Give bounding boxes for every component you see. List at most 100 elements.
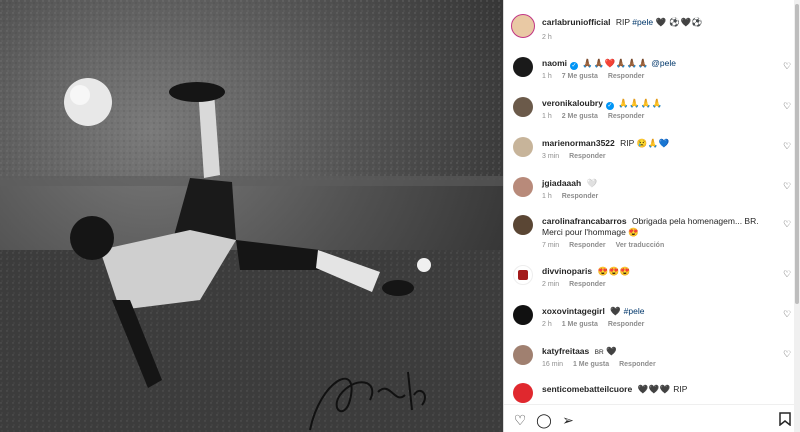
- comment-body: BR: [594, 349, 604, 356]
- author-username[interactable]: carlabruniofficial: [542, 17, 611, 27]
- bookmark-icon[interactable]: [777, 412, 793, 428]
- comment-row: divvinoparis 😍😍😍 2 min Responder ♡: [504, 264, 800, 300]
- comment-username[interactable]: naomi: [542, 58, 567, 68]
- comment-username[interactable]: veronikaloubry: [542, 98, 603, 108]
- comment-like-icon[interactable]: ♡: [783, 309, 793, 319]
- comment-username[interactable]: xoxovintagegirl: [542, 306, 605, 316]
- paper-plane-icon[interactable]: ➢: [560, 412, 576, 428]
- caption-text: carlabruniofficial RIP #pele 🖤 ⚽🖤⚽: [542, 17, 775, 28]
- scrollbar[interactable]: [794, 0, 800, 432]
- avatar[interactable]: [513, 215, 533, 235]
- comment-like-icon[interactable]: ♡: [783, 269, 793, 279]
- comment-row: marienorman3522 RIP 😢🙏💙 3 min Responder …: [504, 136, 800, 172]
- heart-icon[interactable]: ♡: [512, 412, 528, 428]
- comment-time: 16 min: [542, 361, 564, 368]
- comment-text: divvinoparis 😍😍😍: [542, 266, 775, 277]
- comment-username[interactable]: marienorman3522: [542, 138, 615, 148]
- comment-meta: 1 h 7 Me gusta Responder: [542, 73, 652, 80]
- reply-button[interactable]: Responder: [562, 193, 599, 200]
- verified-icon: ✓: [570, 62, 579, 70]
- reply-button[interactable]: Responder: [569, 242, 606, 249]
- comment-like-icon[interactable]: ♡: [783, 349, 793, 359]
- see-translation-button[interactable]: Ver traducción: [616, 242, 665, 249]
- comment-row: carolinafrancabarros Obrigada pela homen…: [504, 214, 800, 260]
- comment-row: veronikaloubry ✓ 🙏🙏🙏🙏 1 h 2 Me gusta Resp…: [504, 96, 800, 132]
- comment-emojis: 🤍: [586, 178, 598, 188]
- comment-like-icon[interactable]: ♡: [783, 61, 793, 71]
- comment-username[interactable]: katyfreitaas: [542, 346, 589, 356]
- comment-emojis: 🖤: [606, 346, 618, 356]
- avatar[interactable]: [513, 177, 533, 197]
- avatar[interactable]: [513, 97, 533, 117]
- avatar[interactable]: [513, 345, 533, 365]
- comment-icon[interactable]: ◯: [536, 412, 552, 428]
- avatar[interactable]: [513, 305, 533, 325]
- comment-row: naomi ✓ 🙏🏾🙏🏾❤️🙏🏾🙏🏾🙏🏾 @pele 1 h 7 Me gusta…: [504, 56, 800, 92]
- reply-button[interactable]: Responder: [608, 73, 645, 80]
- comment-meta: 2 h 1 Me gusta Responder: [542, 321, 652, 328]
- comment-meta: 16 min 1 Me gusta Responder: [542, 361, 664, 368]
- comment-text: carolinafrancabarros Obrigada pela homen…: [542, 216, 775, 238]
- comment-row: xoxovintagegirl 🖤 #pele 2 h 1 Me gusta R…: [504, 304, 800, 340]
- comment-meta: 1 h 2 Me gusta Responder: [542, 113, 652, 120]
- avatar[interactable]: [513, 57, 533, 77]
- caption-emojis: 🖤 ⚽🖤⚽: [655, 17, 703, 27]
- avatar[interactable]: [513, 265, 533, 285]
- author-avatar[interactable]: [511, 14, 535, 38]
- reply-button[interactable]: Responder: [608, 321, 645, 328]
- photo-signature: Pelé: [340, 400, 341, 401]
- comment-like-icon[interactable]: ♡: [783, 181, 793, 191]
- caption-hashtag[interactable]: #pele: [632, 17, 653, 27]
- reply-button[interactable]: Responder: [569, 281, 606, 288]
- comment-text: katyfreitaas BR 🖤: [542, 346, 775, 358]
- scrollbar-thumb[interactable]: [795, 4, 799, 304]
- caption-time: 2 h: [542, 34, 552, 41]
- comment-meta: 3 min Responder: [542, 153, 614, 160]
- comment-emojis: 🖤: [610, 306, 622, 316]
- comment-time: 3 min: [542, 153, 560, 160]
- comment-body: RIP: [620, 138, 635, 148]
- post-actions-bar: ♡ ◯ ➢: [504, 404, 800, 432]
- avatar[interactable]: [513, 383, 533, 403]
- comment-body: RIP: [673, 384, 688, 394]
- comment-likes[interactable]: 1 Me gusta: [573, 361, 609, 368]
- comment-row: senticomebatteilcuore 🖤🖤🖤 RIP: [504, 382, 800, 404]
- comment-mention[interactable]: #pele: [624, 306, 645, 316]
- comment-mention[interactable]: @pele: [651, 58, 676, 68]
- comment-like-icon[interactable]: ♡: [783, 101, 793, 111]
- comment-likes[interactable]: 7 Me gusta: [562, 73, 598, 80]
- comment-text: xoxovintagegirl 🖤 #pele: [542, 306, 775, 317]
- comment-likes[interactable]: 1 Me gusta: [562, 321, 598, 328]
- comment-text: marienorman3522 RIP 😢🙏💙: [542, 138, 775, 149]
- comment-like-icon[interactable]: ♡: [783, 219, 793, 229]
- photo-illustration: [0, 0, 503, 432]
- comment-time: 1 h: [542, 113, 552, 120]
- caption-row: carlabruniofficial RIP #pele 🖤 ⚽🖤⚽ 2 h: [504, 12, 800, 44]
- comment-text: senticomebatteilcuore 🖤🖤🖤 RIP: [542, 384, 775, 395]
- comment-like-icon[interactable]: ♡: [783, 141, 793, 151]
- reply-button[interactable]: Responder: [608, 113, 645, 120]
- comment-username[interactable]: carolinafrancabarros: [542, 216, 627, 226]
- comment-emojis: 😍: [628, 227, 640, 237]
- comment-time: 2 min: [542, 281, 560, 288]
- comments-scroll[interactable]: carlabruniofficial RIP #pele 🖤 ⚽🖤⚽ 2 h n…: [504, 0, 800, 404]
- avatar[interactable]: [513, 137, 533, 157]
- comment-emojis: 😢🙏💙: [636, 138, 670, 148]
- comment-username[interactable]: jgiadaaah: [542, 178, 581, 188]
- reply-button[interactable]: Responder: [619, 361, 656, 368]
- comment-meta: 1 h Responder: [542, 193, 606, 200]
- comment-likes[interactable]: 2 Me gusta: [562, 113, 598, 120]
- verified-icon: ✓: [605, 102, 614, 110]
- comment-username[interactable]: senticomebatteilcuore: [542, 384, 632, 394]
- comment-username[interactable]: divvinoparis: [542, 266, 592, 276]
- reply-button[interactable]: Responder: [569, 153, 606, 160]
- caption-rip: RIP: [615, 17, 630, 27]
- comments-panel: carlabruniofficial RIP #pele 🖤 ⚽🖤⚽ 2 h n…: [503, 0, 800, 432]
- comment-row: jgiadaaah 🤍 1 h Responder ♡: [504, 176, 800, 212]
- comment-emojis: 🙏🙏🙏🙏: [618, 98, 663, 108]
- comment-emojis: 😍😍😍: [597, 266, 631, 276]
- comment-time: 7 min: [542, 242, 560, 249]
- comment-text: naomi ✓ 🙏🏾🙏🏾❤️🙏🏾🙏🏾🙏🏾 @pele: [542, 58, 775, 70]
- comment-time: 1 h: [542, 193, 552, 200]
- comment-emojis: 🖤🖤🖤: [637, 384, 671, 394]
